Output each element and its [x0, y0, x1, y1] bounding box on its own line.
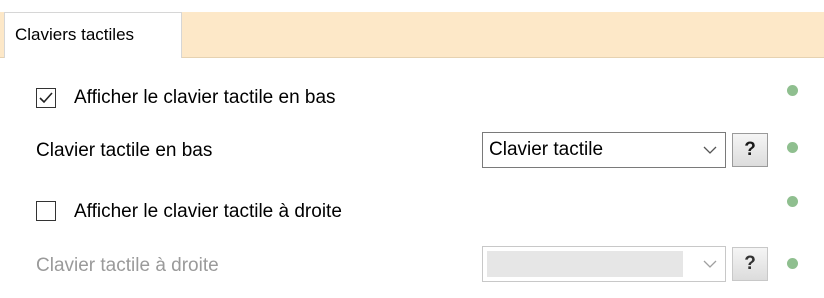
chevron-down-icon — [703, 260, 717, 268]
right-keyboard-select[interactable] — [482, 246, 726, 282]
status-dot-icon — [787, 196, 798, 207]
tab-claviers-tactiles[interactable]: Claviers tactiles — [4, 12, 182, 58]
checkmark-icon — [39, 92, 53, 104]
status-dot-icon — [787, 258, 798, 269]
tab-label: Claviers tactiles — [15, 25, 135, 44]
status-dot-icon — [787, 85, 798, 96]
chevron-down-icon — [703, 146, 717, 154]
show-bottom-keyboard-checkbox[interactable] — [36, 88, 56, 108]
show-bottom-keyboard-label[interactable]: Afficher le clavier tactile en bas — [74, 87, 336, 109]
row-bottom-keyboard: Clavier tactile en bas Clavier tactile ? — [0, 130, 824, 170]
bottom-keyboard-value: Clavier tactile — [489, 139, 604, 160]
bottom-keyboard-select[interactable]: Clavier tactile — [482, 132, 726, 168]
row-show-bottom-keyboard: Afficher le clavier tactile en bas — [0, 78, 824, 118]
right-keyboard-label: Clavier tactile à droite — [36, 255, 219, 276]
tab-strip-top — [0, 0, 824, 12]
show-right-keyboard-checkbox[interactable] — [36, 201, 56, 221]
right-keyboard-help-button[interactable]: ? — [732, 247, 768, 281]
row-show-right-keyboard: Afficher le clavier tactile à droite — [0, 192, 824, 232]
bottom-keyboard-label: Clavier tactile en bas — [36, 140, 213, 161]
status-dot-icon — [787, 142, 798, 153]
right-keyboard-value-area — [487, 251, 683, 277]
show-right-keyboard-label[interactable]: Afficher le clavier tactile à droite — [74, 201, 342, 223]
row-right-keyboard: Clavier tactile à droite ? — [0, 246, 824, 286]
bottom-keyboard-help-button[interactable]: ? — [732, 133, 768, 167]
tab-strip: Claviers tactiles — [0, 0, 824, 58]
